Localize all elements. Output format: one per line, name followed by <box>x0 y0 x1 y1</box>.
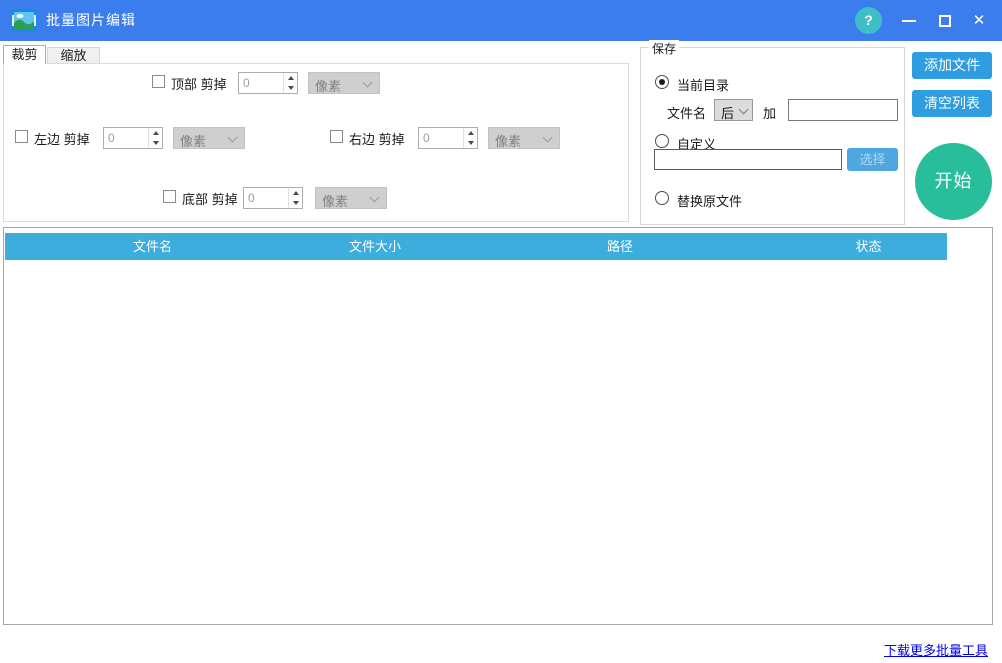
save-groupbox: 保存 当前目录 文件名 后 加 自定义 选择 替换原文件 <box>640 40 905 225</box>
crop-right-amount-spinner[interactable]: 0 <box>418 127 478 149</box>
minimize-icon <box>902 20 916 22</box>
crop-top-amount-spinner[interactable]: 0 <box>238 72 298 94</box>
titlebar: 批量图片编辑 ? ✕ <box>0 0 1002 41</box>
custom-path-input[interactable] <box>654 149 842 170</box>
column-header-filesize[interactable]: 文件大小 <box>300 233 450 260</box>
crop-top-amount-value: 0 <box>243 76 250 90</box>
spinner-down-icon[interactable] <box>284 83 298 93</box>
add-files-button[interactable]: 添加文件 <box>912 52 992 79</box>
crop-left-unit-select[interactable]: 像素 <box>173 127 245 149</box>
crop-left-amount-spinner[interactable]: 0 <box>103 127 163 149</box>
suffix-input[interactable] <box>788 99 898 121</box>
checkbox-crop-top[interactable] <box>152 75 165 88</box>
column-header-path[interactable]: 路径 <box>450 233 790 260</box>
crop-left-label: 左边 剪掉 <box>34 132 90 147</box>
crop-bottom-amount-value: 0 <box>248 191 255 205</box>
radio-current-directory[interactable] <box>655 75 669 89</box>
crop-right-unit-select[interactable]: 像素 <box>488 127 560 149</box>
download-more-tools-link[interactable]: 下载更多批量工具 <box>884 640 988 659</box>
spinner-up-icon[interactable] <box>289 188 303 198</box>
crop-top-unit-select[interactable]: 像素 <box>308 72 380 94</box>
column-header-filename[interactable]: 文件名 <box>5 233 300 260</box>
checkbox-crop-right[interactable] <box>330 130 343 143</box>
chevron-down-icon <box>542 132 553 143</box>
radio-custom-directory[interactable] <box>655 134 669 148</box>
table-header: 文件名 文件大小 路径 状态 <box>5 233 947 260</box>
maximize-icon <box>939 15 951 27</box>
window-title: 批量图片编辑 <box>46 12 136 28</box>
filename-label: 文件名 <box>667 106 707 121</box>
radio-replace-original[interactable] <box>655 191 669 205</box>
maximize-button[interactable] <box>928 0 962 41</box>
spinner-buttons <box>288 188 302 208</box>
chevron-down-icon <box>369 192 380 203</box>
crop-top-label: 顶部 剪掉 <box>171 77 227 92</box>
app-icon <box>11 8 37 33</box>
crop-left-unit-value: 像素 <box>180 134 207 149</box>
checkbox-crop-bottom[interactable] <box>163 190 176 203</box>
crop-right-unit-value: 像素 <box>495 134 522 149</box>
tab-scale[interactable]: 缩放 <box>47 47 100 64</box>
filename-position-select[interactable]: 后 <box>714 99 753 121</box>
filename-position-value: 后 <box>721 106 735 121</box>
crop-bottom-unit-select[interactable]: 像素 <box>315 187 387 209</box>
current-directory-label: 当前目录 <box>677 78 730 93</box>
spinner-down-icon[interactable] <box>289 198 303 208</box>
spinner-up-icon[interactable] <box>149 128 163 138</box>
crop-right-label: 右边 剪掉 <box>349 132 405 147</box>
chevron-down-icon <box>738 104 749 115</box>
spinner-buttons <box>148 128 162 148</box>
start-button[interactable]: 开始 <box>915 143 992 220</box>
spinner-down-icon[interactable] <box>464 138 478 148</box>
chevron-down-icon <box>227 132 238 143</box>
spinner-up-icon[interactable] <box>284 73 298 83</box>
question-icon: ? <box>864 12 873 28</box>
column-header-status[interactable]: 状态 <box>790 233 947 260</box>
crop-right-amount-value: 0 <box>423 131 430 145</box>
save-group-label: 保存 <box>649 40 680 57</box>
checkbox-crop-left[interactable] <box>15 130 28 143</box>
spinner-buttons <box>283 73 297 93</box>
close-button[interactable]: ✕ <box>962 0 996 41</box>
crop-top-unit-value: 像素 <box>315 79 342 94</box>
crop-bottom-amount-spinner[interactable]: 0 <box>243 187 303 209</box>
choose-folder-button[interactable]: 选择 <box>847 148 898 171</box>
chevron-down-icon <box>362 77 373 88</box>
crop-bottom-unit-value: 像素 <box>322 194 349 209</box>
close-icon: ✕ <box>972 12 986 29</box>
app-window: 批量图片编辑 ? ✕ 裁剪 缩放 顶部 剪掉 0 像素 左边 剪掉 0 像素 右… <box>0 0 1002 663</box>
spinner-buttons <box>463 128 477 148</box>
tab-crop[interactable]: 裁剪 <box>3 45 46 64</box>
clear-list-button[interactable]: 清空列表 <box>912 90 992 117</box>
spinner-up-icon[interactable] <box>464 128 478 138</box>
replace-original-label: 替换原文件 <box>677 194 743 209</box>
add-label: 加 <box>763 106 777 121</box>
help-button[interactable]: ? <box>855 7 882 34</box>
minimize-button[interactable] <box>892 0 926 41</box>
crop-bottom-label: 底部 剪掉 <box>182 192 238 207</box>
file-list-table: 文件名 文件大小 路径 状态 <box>3 227 993 625</box>
crop-left-amount-value: 0 <box>108 131 115 145</box>
spinner-down-icon[interactable] <box>149 138 163 148</box>
